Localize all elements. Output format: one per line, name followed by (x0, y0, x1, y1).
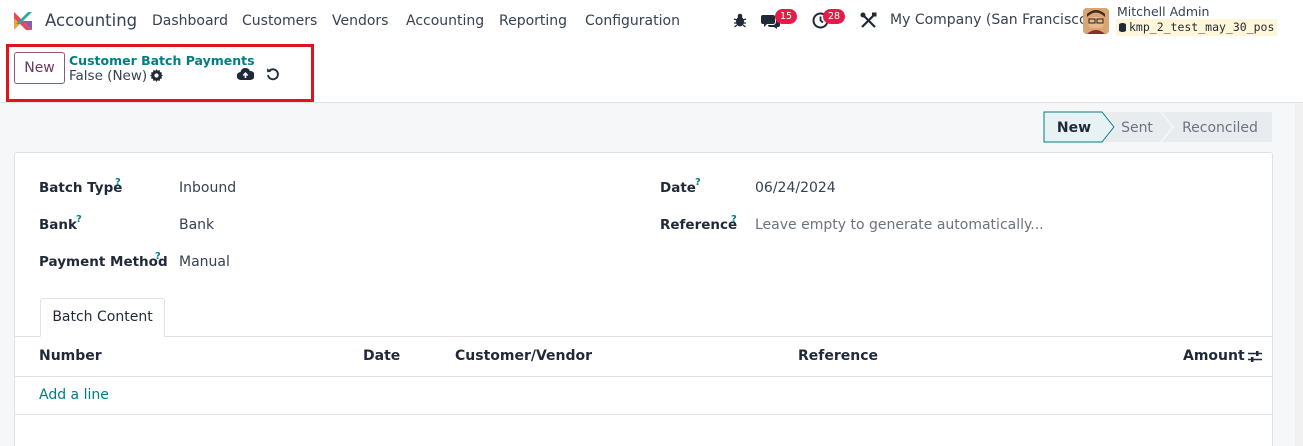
company-switcher[interactable]: My Company (San Francisco) (890, 12, 1093, 28)
reference-input[interactable]: Leave empty to generate automatically... (755, 217, 1044, 233)
menu-vendors[interactable]: Vendors (332, 13, 388, 29)
date-help-icon[interactable]: ? (695, 177, 701, 188)
highlight-annotation-box (6, 44, 314, 102)
control-panel: New Customer Batch Payments False (New) (0, 42, 1303, 103)
app-name[interactable]: Accounting (45, 11, 137, 30)
column-header-reference[interactable]: Reference (798, 348, 878, 364)
batch-type-help-icon[interactable]: ? (115, 177, 121, 188)
table-footer-divider (15, 414, 1272, 415)
date-label: Date (660, 180, 696, 196)
activities-count-badge: 28 (823, 9, 846, 24)
user-name[interactable]: Mitchell Admin (1117, 4, 1209, 19)
bank-label: Bank (39, 217, 77, 233)
column-header-amount[interactable]: Amount (1183, 348, 1245, 364)
status-bar: New Sent Reconciled (1043, 111, 1272, 143)
database-name: kmp_2_test_may_30_pos (1129, 20, 1275, 34)
messages-count-badge: 15 (775, 9, 798, 24)
menu-accounting[interactable]: Accounting (406, 13, 484, 29)
reference-help-icon[interactable]: ? (731, 214, 737, 225)
form-sheet: Batch Type ? Inbound Bank ? Bank Payment… (14, 152, 1273, 446)
menu-reporting[interactable]: Reporting (499, 13, 567, 29)
tab-batch-content[interactable]: Batch Content (40, 298, 165, 337)
database-icon (1119, 23, 1126, 32)
table-header-divider (15, 376, 1272, 377)
tab-divider (15, 336, 1272, 337)
stage-sent-label: Sent (1121, 120, 1153, 136)
database-name-badge: kmp_2_test_may_30_pos (1116, 19, 1278, 36)
top-navbar: Accounting Dashboard Customers Vendors A… (0, 0, 1303, 42)
date-field[interactable]: 06/24/2024 (755, 180, 836, 196)
payment-method-field[interactable]: Manual (179, 254, 230, 270)
add-a-line-link[interactable]: Add a line (39, 387, 109, 403)
stage-new-label: New (1057, 120, 1091, 136)
batch-type-field[interactable]: Inbound (179, 180, 236, 196)
bug-icon[interactable] (732, 12, 748, 28)
column-header-date[interactable]: Date (363, 348, 400, 364)
optional-columns-toggle-icon[interactable] (1248, 350, 1262, 363)
payment-method-help-icon[interactable]: ? (155, 251, 161, 262)
reference-label: Reference (660, 217, 738, 233)
bank-help-icon[interactable]: ? (76, 214, 82, 225)
batch-type-label: Batch Type (39, 180, 123, 196)
payment-method-label: Payment Method (39, 254, 168, 270)
bank-field[interactable]: Bank (179, 217, 214, 233)
scrollbar[interactable] (1295, 103, 1303, 446)
column-header-number[interactable]: Number (39, 348, 102, 364)
menu-dashboard[interactable]: Dashboard (152, 13, 228, 29)
accounting-app-icon[interactable] (12, 10, 34, 32)
stage-reconciled-label: Reconciled (1182, 120, 1258, 136)
column-header-customer-vendor[interactable]: Customer/Vendor (455, 348, 592, 364)
user-avatar[interactable] (1083, 8, 1109, 34)
debug-tools-icon[interactable] (860, 12, 877, 29)
menu-configuration[interactable]: Configuration (585, 13, 680, 29)
menu-customers[interactable]: Customers (242, 13, 317, 29)
